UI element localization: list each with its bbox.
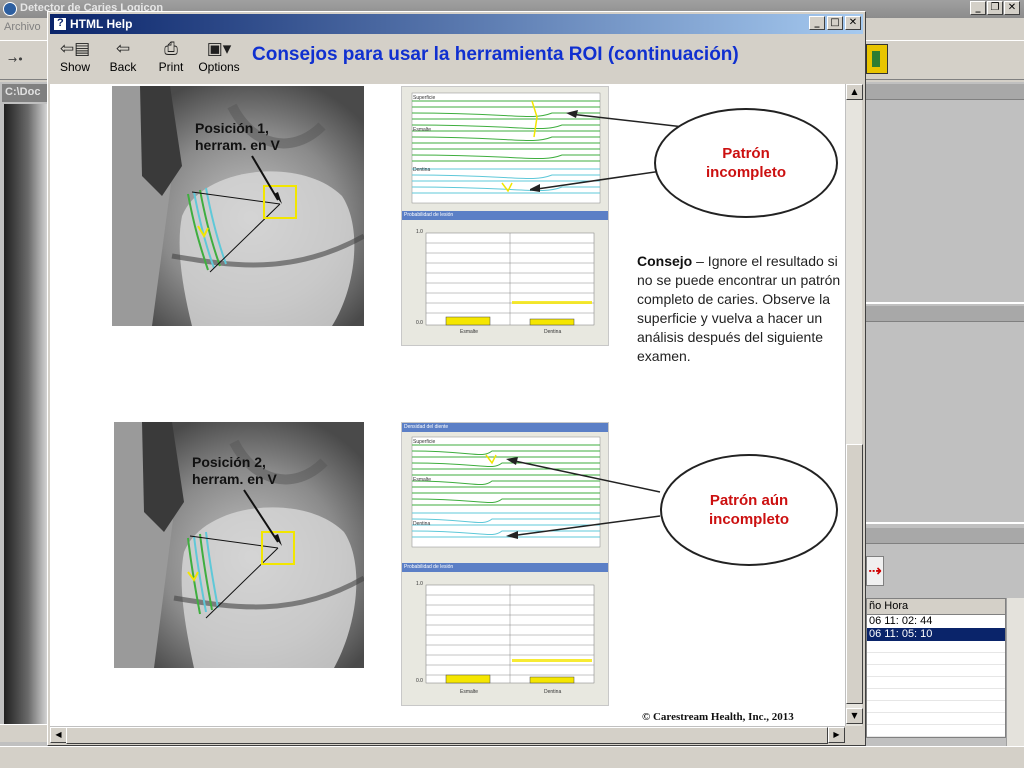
page-title: Consejos para usar la herramienta ROI (c… xyxy=(252,44,739,65)
background-window-controls: _ ❐ ✕ xyxy=(970,1,1020,15)
graph-label-dentin: Dentina xyxy=(413,521,431,527)
callout-still-incomplete: Patrón aún incompleto xyxy=(660,454,838,566)
app-logo-icon xyxy=(3,2,17,16)
table-row-empty xyxy=(867,665,1005,677)
show-button[interactable]: ⇦▤ Show xyxy=(52,38,98,82)
scroll-corner xyxy=(845,726,862,743)
close-icon[interactable]: ✕ xyxy=(1004,1,1020,15)
tip-body: – Ignore el resultado si no se puede enc… xyxy=(637,253,841,364)
send-arrow-icon[interactable]: ⇢ xyxy=(866,556,884,586)
graph-label-surface: Superficie xyxy=(413,439,436,445)
exam-table-header[interactable]: ño Hora xyxy=(867,599,1005,615)
bar-label-dentin: Dentina xyxy=(544,329,562,335)
xray-label-position-1: Posición 1, herram. en V xyxy=(195,120,280,153)
close-icon[interactable]: ✕ xyxy=(845,16,861,30)
table-row-empty xyxy=(867,653,1005,665)
show-icon: ⇦▤ xyxy=(59,39,91,59)
left-scrollbar[interactable] xyxy=(0,724,48,742)
right-panel-header-1 xyxy=(866,84,1024,100)
print-label: Print xyxy=(158,60,184,74)
exam-table: ño Hora 06 11: 02: 44 06 11: 05: 10 xyxy=(866,598,1006,738)
right-panel-header-3 xyxy=(866,528,1024,544)
y-axis-bottom: 0.0 xyxy=(416,678,423,684)
y-axis-top: 1.0 xyxy=(416,581,423,587)
restore-icon[interactable]: ❐ xyxy=(987,1,1003,15)
copyright-notice: © Carestream Health, Inc., 2013 xyxy=(642,711,794,723)
horizontal-scrollbar[interactable]: ◀ ▶ xyxy=(50,726,845,744)
xray-image-position-1: Posición 1, herram. en V xyxy=(112,86,364,326)
y-axis-bottom: 0.0 xyxy=(416,320,423,326)
xray-image-strip xyxy=(4,104,48,724)
density-header-2: Densidad del diente xyxy=(402,423,608,432)
printer-icon: ⎙ xyxy=(164,39,178,59)
status-bar xyxy=(0,746,1024,768)
help-content: Posición 1, herram. en V Superficie Esma… xyxy=(50,84,845,726)
probability-chart-2 xyxy=(425,584,595,684)
tip-text: Consejo – Ignore el resultado si no se p… xyxy=(637,252,845,366)
probability-chart-1 xyxy=(425,232,595,326)
help-window-title: HTML Help xyxy=(70,17,133,31)
right-panel-divider-2 xyxy=(866,522,1024,524)
path-bar: C:\Doc xyxy=(2,84,48,102)
callout-incomplete-pattern: Patrón incompleto xyxy=(654,108,838,218)
options-icon: ▣▾ xyxy=(206,39,232,59)
table-row-empty xyxy=(867,701,1005,713)
forward-arrow-icon[interactable]: →• xyxy=(8,53,24,66)
horizontal-scroll-thumb[interactable] xyxy=(66,727,828,744)
graph-label-dentin: Dentina xyxy=(413,167,431,173)
vertical-scrollbar[interactable]: ▲ ▼ xyxy=(845,84,863,726)
bar-label-dentin: Dentina xyxy=(544,689,562,695)
right-panel-divider-1 xyxy=(866,302,1024,304)
back-label: Back xyxy=(109,60,137,74)
table-row-empty xyxy=(867,677,1005,689)
table-row[interactable]: 06 11: 02: 44 xyxy=(867,615,1005,628)
print-button[interactable]: ⎙ Print xyxy=(148,38,194,82)
graph-label-enamel: Esmalte xyxy=(413,477,432,483)
scroll-down-icon[interactable]: ▼ xyxy=(846,708,863,724)
scroll-left-icon[interactable]: ◀ xyxy=(50,727,67,743)
tip-label: Consejo xyxy=(637,253,693,269)
scroll-right-icon[interactable]: ▶ xyxy=(828,727,845,743)
minimize-icon[interactable]: _ xyxy=(809,16,825,30)
probability-header-1: Probabilidad de lesión xyxy=(402,211,608,220)
options-button[interactable]: ▣▾ Options xyxy=(196,38,242,82)
show-label: Show xyxy=(59,60,91,74)
back-arrow-icon: ⇦ xyxy=(115,39,131,59)
y-axis-top: 1.0 xyxy=(416,229,423,235)
exit-door-icon[interactable] xyxy=(866,44,888,74)
help-toolbar: ⇦▤ Show ⇦ Back ⎙ Print ▣▾ Options Consej… xyxy=(50,36,863,84)
bar-label-enamel: Esmalte xyxy=(460,329,479,335)
graph-label-surface: Superficie xyxy=(413,95,436,101)
table-row-empty xyxy=(867,713,1005,725)
callout-arrows-2 xyxy=(506,457,661,539)
table-row[interactable]: 06 11: 05: 10 xyxy=(867,628,1005,641)
menu-archivo[interactable]: Archivo xyxy=(4,21,41,33)
table-row-empty xyxy=(867,689,1005,701)
bar-label-enamel: Esmalte xyxy=(460,689,479,695)
xray-image-position-2: Posición 2, herram. en V xyxy=(114,422,364,668)
right-panel-header-2 xyxy=(866,306,1024,322)
table-scrollbar[interactable] xyxy=(1006,598,1024,746)
html-help-window: HTML Help _ □ ✕ ⇦▤ Show ⇦ Back ⎙ Print ▣… xyxy=(47,11,866,746)
table-row-empty xyxy=(867,641,1005,653)
probability-header-2: Probabilidad de lesión xyxy=(402,563,608,572)
options-label: Options xyxy=(198,60,240,74)
scroll-thumb[interactable] xyxy=(846,444,863,704)
maximize-icon[interactable]: □ xyxy=(827,16,843,30)
back-button[interactable]: ⇦ Back xyxy=(100,38,146,82)
xray-label-position-2: Posición 2, herram. en V xyxy=(192,454,277,487)
scroll-up-icon[interactable]: ▲ xyxy=(846,84,863,100)
help-window-controls: _ □ ✕ xyxy=(809,16,861,30)
help-icon xyxy=(53,17,67,31)
graph-label-enamel: Esmalte xyxy=(413,127,432,133)
minimize-icon[interactable]: _ xyxy=(970,1,986,15)
table-row-empty xyxy=(867,725,1005,737)
help-titlebar[interactable]: HTML Help _ □ ✕ xyxy=(50,14,863,34)
